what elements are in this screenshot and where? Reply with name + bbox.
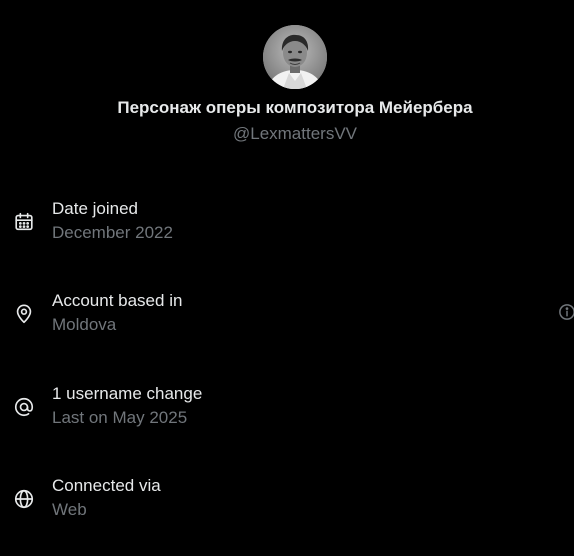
connected-via-row: Connected via Web [0, 476, 574, 532]
username-handle[interactable]: @LexmattersVV [0, 124, 574, 144]
avatar[interactable] [263, 25, 327, 89]
account-based-in-value: Moldova [52, 315, 117, 334]
avatar-image [263, 25, 327, 89]
location-pin-icon [13, 303, 35, 325]
account-based-in-label: Account based in [52, 291, 183, 310]
display-name: Персонаж оперы композитора Мейербера [117, 98, 473, 117]
username-change-row: 1 username change Last on May 2025 [0, 384, 574, 440]
date-joined-label: Date joined [52, 199, 139, 218]
connected-via-label: Connected via [52, 476, 161, 495]
account-based-in-row: Account based in Moldova [0, 291, 574, 347]
date-joined-row: Date joined December 2022 [0, 199, 574, 255]
calendar-icon [13, 211, 35, 233]
globe-icon [13, 488, 35, 510]
at-sign-icon [13, 396, 35, 418]
profile-header: Персонаж оперы композитора Мейербера @Le… [0, 0, 574, 150]
username-change-label: 1 username change [52, 384, 203, 403]
info-icon[interactable] [558, 303, 574, 321]
connected-via-value: Web [52, 500, 87, 519]
username-change-value: Last on May 2025 [52, 408, 188, 427]
date-joined-value: December 2022 [52, 223, 173, 242]
